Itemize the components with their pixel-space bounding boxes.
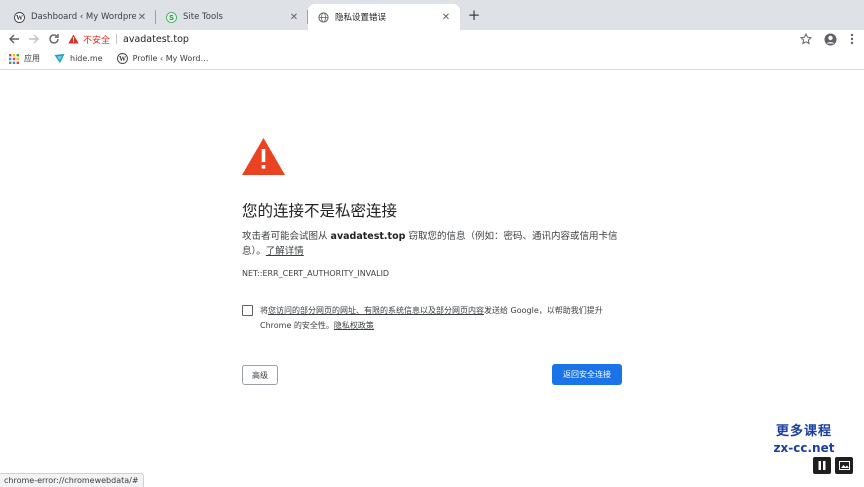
- arrow-right-icon: [29, 34, 39, 44]
- bookmark-hideme[interactable]: hide.me: [54, 53, 103, 64]
- forward-button[interactable]: [26, 31, 42, 47]
- watermark: 更多课程 zx-cc.net: [772, 420, 836, 455]
- tab-dashboard[interactable]: W Dashboard ‹ My Wordpress — ✕: [4, 4, 156, 30]
- bookmark-label: Profile ‹ My Word…: [132, 54, 209, 63]
- report-checkbox[interactable]: [242, 305, 253, 316]
- bookmark-label: hide.me: [70, 54, 103, 63]
- star-icon: [800, 33, 812, 45]
- back-to-safety-button[interactable]: 返回安全连接: [552, 364, 622, 385]
- close-icon[interactable]: ✕: [440, 12, 452, 23]
- safe-browsing-consent: 将您访问的部分网页的网址、有限的系统信息以及部分网页内容发送给 Google，以…: [242, 303, 622, 333]
- warning-icon: [68, 34, 79, 44]
- wordpress-icon: W: [116, 53, 128, 64]
- site-tools-icon: S: [166, 11, 177, 23]
- hideme-icon: [54, 53, 65, 64]
- privacy-policy-link[interactable]: 隐私权政策: [334, 321, 374, 330]
- learn-more-link[interactable]: 了解详情: [266, 246, 304, 257]
- toolbar: 不安全 avadatest.top: [0, 30, 864, 48]
- consent-prefix: 将: [260, 306, 268, 315]
- bookmark-label: 应用: [24, 54, 40, 63]
- tab-title: Dashboard ‹ My Wordpress —: [31, 12, 136, 22]
- watermark-line1: 更多课程: [775, 424, 832, 439]
- page-title: 您的连接不是私密连接: [242, 202, 398, 220]
- tab-strip: W Dashboard ‹ My Wordpress — ✕ S Site To…: [0, 0, 864, 30]
- arrow-left-icon: [9, 34, 19, 44]
- wordpress-icon: W: [14, 11, 25, 23]
- new-tab-button[interactable]: +: [466, 7, 482, 23]
- bookmarks-bar: 应用 hide.me W Profile ‹ My Word…: [0, 48, 864, 70]
- warning-triangle-icon: [242, 138, 285, 175]
- close-icon[interactable]: ✕: [288, 12, 300, 23]
- status-bar: chrome-error://chromewebdata/#: [0, 473, 144, 487]
- url-text[interactable]: avadatest.top: [123, 34, 189, 45]
- account-icon: [824, 33, 836, 45]
- advanced-button[interactable]: 高级: [242, 365, 278, 385]
- close-icon[interactable]: ✕: [136, 12, 148, 23]
- consent-text: 将您访问的部分网页的网址、有限的系统信息以及部分网页内容发送给 Google，以…: [260, 303, 622, 333]
- explanation-prefix: 攻击者可能会试图从: [242, 231, 331, 242]
- tab-privacy-error[interactable]: 隐私设置错误 ✕: [308, 4, 460, 30]
- security-indicator[interactable]: 不安全: [68, 33, 110, 46]
- more-vert-icon: [850, 33, 854, 45]
- tab-title: 隐私设置错误: [335, 13, 387, 23]
- svg-text:W: W: [119, 55, 126, 63]
- pause-button[interactable]: [813, 457, 831, 474]
- apps-grid-icon: [8, 53, 19, 64]
- tab-site-tools[interactable]: S Site Tools ✕: [156, 4, 308, 30]
- svg-text:S: S: [169, 15, 174, 22]
- explanation-paragraph: 攻击者可能会试图从 avadatest.top 窃取您的信息（例如：密码、通讯内…: [242, 229, 622, 259]
- security-label: 不安全: [83, 35, 111, 46]
- bookmark-apps[interactable]: 应用: [8, 53, 40, 64]
- bookmark-profile[interactable]: W Profile ‹ My Word…: [116, 53, 209, 64]
- pause-icon: [818, 461, 826, 470]
- reload-button[interactable]: [46, 31, 62, 47]
- extended-reporting-link[interactable]: 您访问的部分网页的网址、有限的系统信息以及部分网页内容: [268, 306, 484, 315]
- bookmark-star-button[interactable]: [798, 31, 814, 47]
- address-bar[interactable]: 不安全 avadatest.top: [68, 30, 816, 48]
- reload-icon: [49, 34, 59, 44]
- picture-in-picture-icon: [838, 461, 850, 470]
- omnibox-divider: [116, 34, 118, 44]
- picture-in-picture-button[interactable]: [835, 457, 853, 474]
- chrome-menu-button[interactable]: [846, 31, 858, 47]
- watermark-line2: zx-cc.net: [773, 441, 835, 455]
- tab-title: Site Tools: [183, 12, 223, 22]
- error-code: NET::ERR_CERT_AUTHORITY_INVALID: [242, 269, 390, 278]
- profile-button[interactable]: [822, 31, 838, 47]
- domain-name: avadatest.top: [330, 231, 406, 242]
- globe-icon: [318, 11, 329, 23]
- svg-text:W: W: [16, 14, 23, 22]
- back-button[interactable]: [6, 31, 22, 47]
